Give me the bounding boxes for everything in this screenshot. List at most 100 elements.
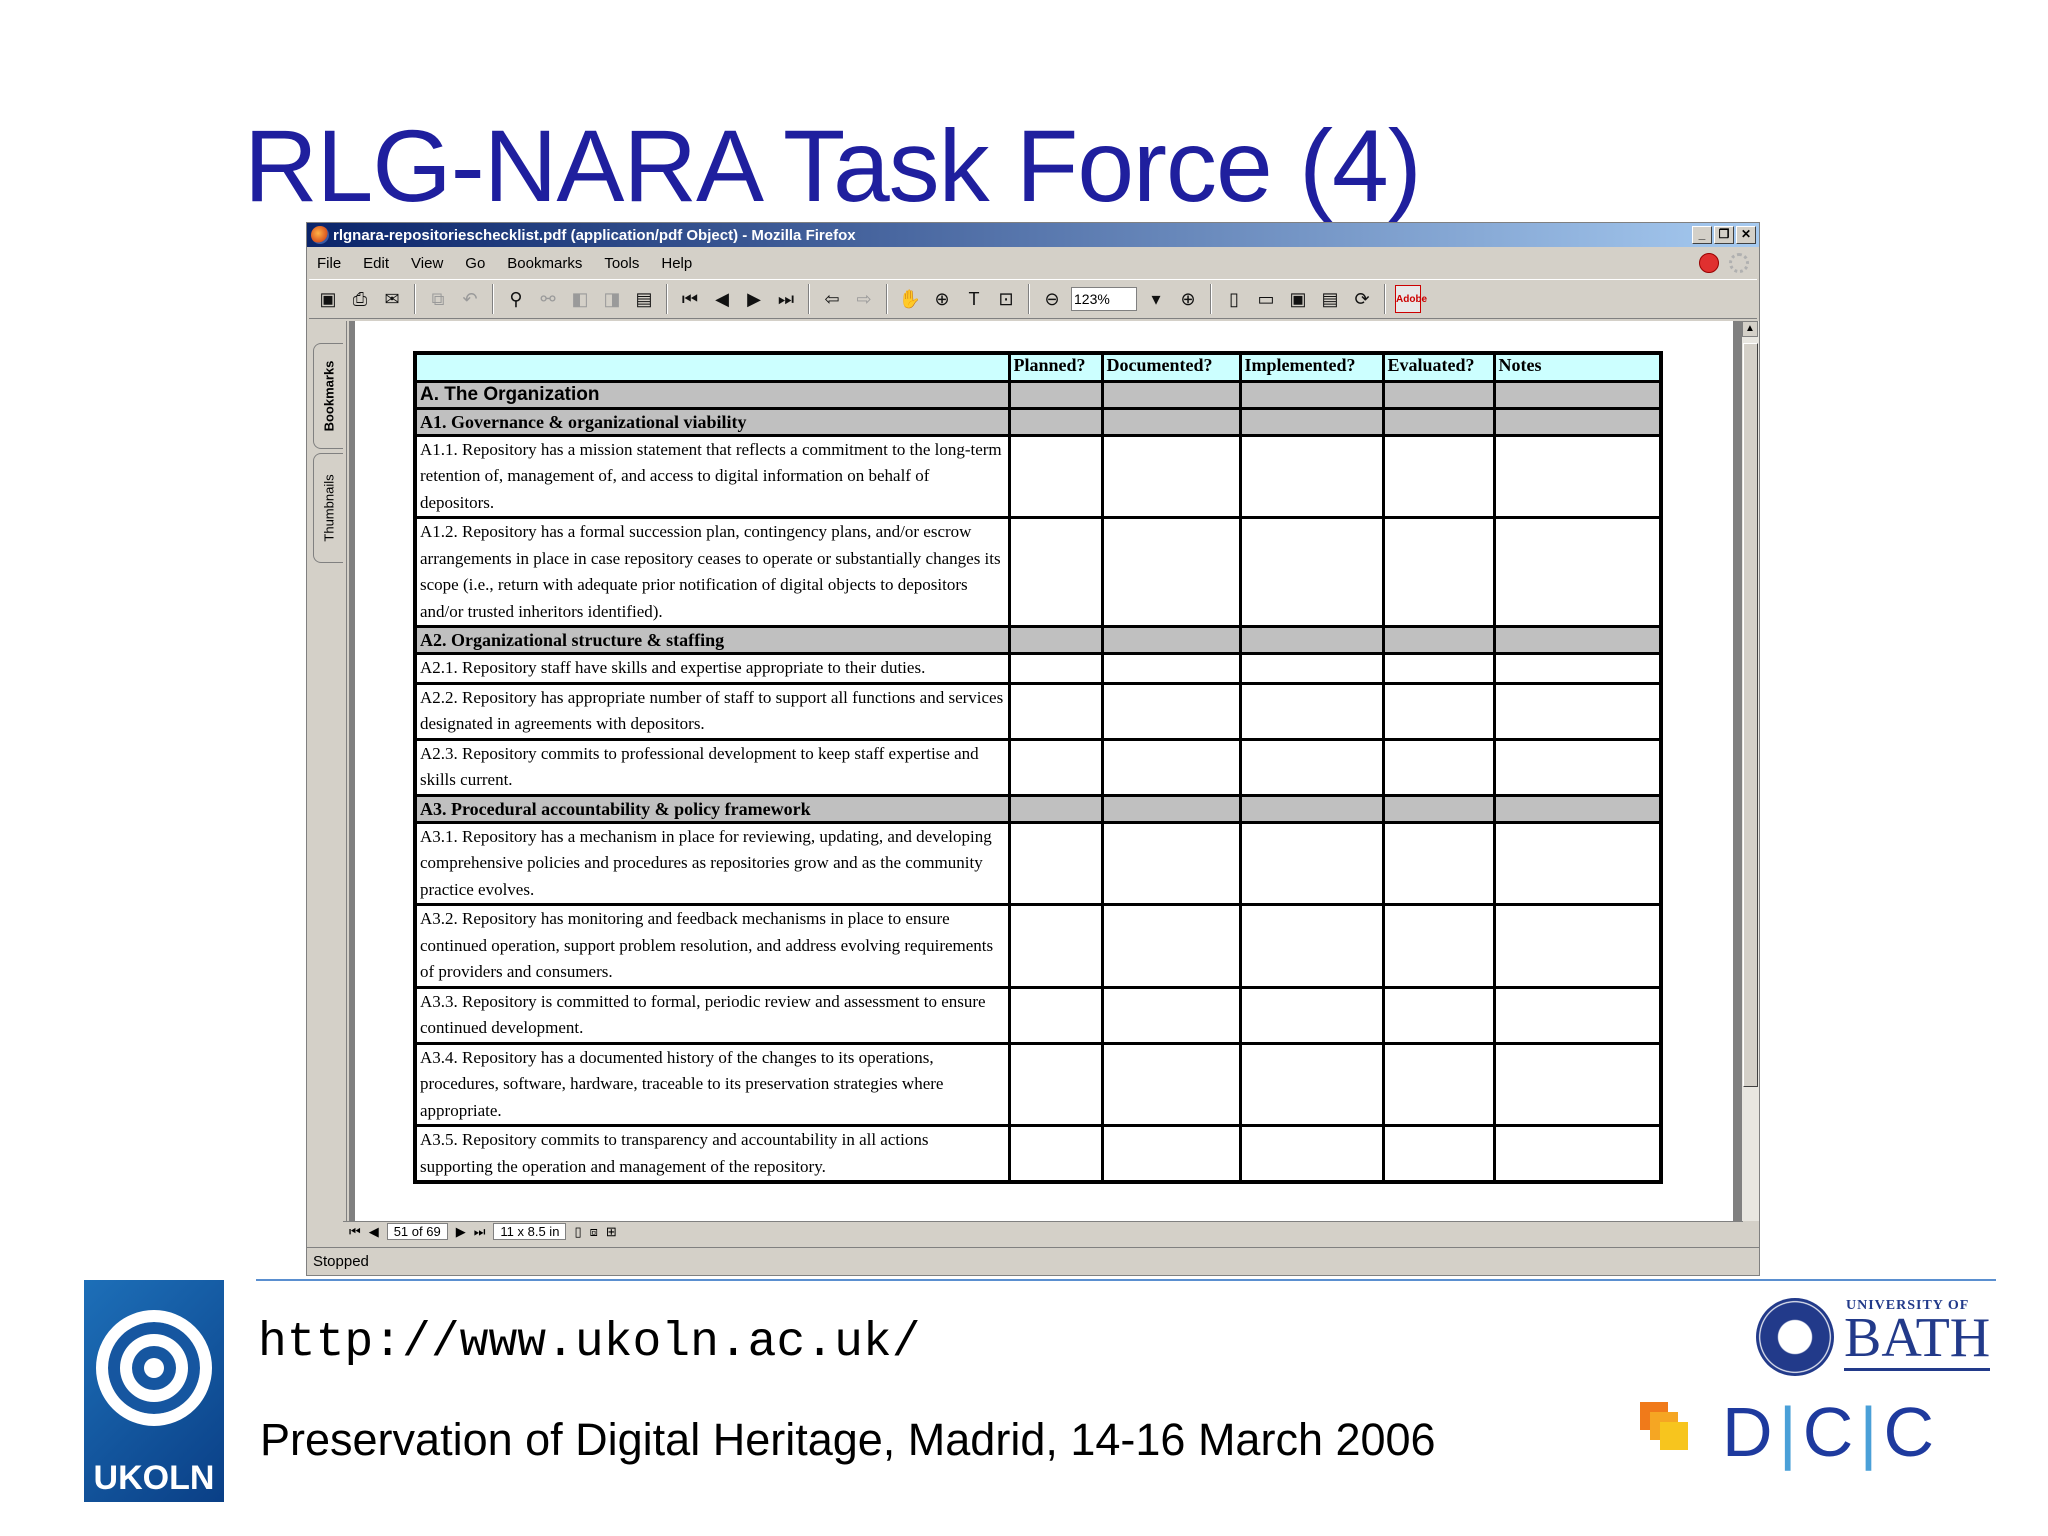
planned-cell[interactable] <box>1007 985 1104 1045</box>
planned-cell[interactable] <box>1007 903 1104 989</box>
implemented-cell[interactable] <box>1238 1041 1385 1127</box>
evaluated-cell[interactable] <box>1381 737 1496 797</box>
document-area[interactable]: Planned? Documented? Implemented? Evalua… <box>349 321 1741 1221</box>
implemented-cell[interactable] <box>1238 737 1385 797</box>
first-page-icon[interactable]: ⏮ <box>349 1224 361 1240</box>
save-icon[interactable]: ▣ <box>315 286 341 312</box>
evaluated-cell[interactable] <box>1381 652 1496 685</box>
evaluated-cell[interactable] <box>1381 1041 1496 1127</box>
first-page-icon[interactable]: ⏮ <box>677 286 703 312</box>
fit-page-icon[interactable]: ▭ <box>1253 286 1279 312</box>
documented-cell[interactable] <box>1100 820 1242 906</box>
copy-icon[interactable]: ⧉ <box>425 286 451 312</box>
menu-file[interactable]: File <box>317 255 341 272</box>
actual-size-icon[interactable]: ▯ <box>1221 286 1247 312</box>
documented-cell[interactable] <box>1100 681 1242 741</box>
prev-doc-icon[interactable]: ◧ <box>567 286 593 312</box>
next-page-icon[interactable]: ▶ <box>741 286 767 312</box>
planned-cell[interactable] <box>1007 516 1104 628</box>
find-icon[interactable]: ⚲ <box>503 286 529 312</box>
last-page-icon[interactable]: ⏭ <box>773 286 799 312</box>
planned-cell[interactable] <box>1007 1041 1104 1127</box>
tab-thumbnails[interactable]: Thumbnails <box>313 453 343 563</box>
notes-cell[interactable] <box>1492 652 1663 685</box>
menu-edit[interactable]: Edit <box>363 255 389 272</box>
planned-cell[interactable] <box>1007 652 1104 685</box>
single-page-icon[interactable]: ▯ <box>574 1224 581 1240</box>
search-icon[interactable]: ⚯ <box>535 286 561 312</box>
notes-cell[interactable] <box>1492 433 1663 519</box>
print-icon[interactable]: ⎙ <box>347 286 373 312</box>
snapshot-icon[interactable]: ⊡ <box>993 286 1019 312</box>
zoom-in-icon[interactable]: ⊕ <box>1175 286 1201 312</box>
menu-tools[interactable]: Tools <box>604 255 639 272</box>
hand-tool-icon[interactable]: ✋ <box>897 286 923 312</box>
planned-cell[interactable] <box>1007 681 1104 741</box>
close-button[interactable]: ✕ <box>1736 226 1756 244</box>
rotate-icon[interactable]: ⟳ <box>1349 286 1375 312</box>
reflow-icon[interactable]: ▤ <box>1317 286 1343 312</box>
undo-icon[interactable]: ↶ <box>457 286 483 312</box>
forward-icon[interactable]: ⇨ <box>851 286 877 312</box>
prev-page-icon[interactable]: ◀ <box>709 286 735 312</box>
evaluated-cell[interactable] <box>1381 985 1496 1045</box>
notes-cell[interactable] <box>1492 820 1663 906</box>
notes-cell[interactable] <box>1492 516 1663 628</box>
implemented-cell[interactable] <box>1238 903 1385 989</box>
vertical-scrollbar[interactable]: ▲ <box>1741 321 1759 1221</box>
restore-button[interactable]: ❐ <box>1714 226 1734 244</box>
menu-view[interactable]: View <box>411 255 443 272</box>
scroll-up-icon[interactable]: ▲ <box>1742 321 1758 337</box>
adobe-icon[interactable]: Adobe <box>1395 285 1427 313</box>
documented-cell[interactable] <box>1100 433 1242 519</box>
next-doc-icon[interactable]: ◨ <box>599 286 625 312</box>
planned-cell[interactable] <box>1007 1124 1104 1184</box>
planned-cell[interactable] <box>1007 737 1104 797</box>
notes-cell[interactable] <box>1492 1124 1663 1184</box>
minimize-button[interactable]: _ <box>1692 226 1712 244</box>
text-select-icon[interactable]: T <box>961 286 987 312</box>
back-icon[interactable]: ⇦ <box>819 286 845 312</box>
bookmarks-panel-icon[interactable]: ▤ <box>631 286 657 312</box>
zoom-level-field[interactable]: 123% <box>1071 287 1137 311</box>
implemented-cell[interactable] <box>1238 433 1385 519</box>
notes-cell[interactable] <box>1492 681 1663 741</box>
notes-cell[interactable] <box>1492 985 1663 1045</box>
facing-icon[interactable]: ⊞ <box>606 1224 617 1240</box>
documented-cell[interactable] <box>1100 985 1242 1045</box>
documented-cell[interactable] <box>1100 1124 1242 1184</box>
chevron-down-icon[interactable]: ▾ <box>1143 286 1169 312</box>
continuous-icon[interactable]: ⧈ <box>590 1224 598 1240</box>
evaluated-cell[interactable] <box>1381 903 1496 989</box>
notes-cell[interactable] <box>1492 1041 1663 1127</box>
page-indicator[interactable]: 51 of 69 <box>386 1223 448 1240</box>
notes-cell[interactable] <box>1492 903 1663 989</box>
evaluated-cell[interactable] <box>1381 820 1496 906</box>
evaluated-cell[interactable] <box>1381 1124 1496 1184</box>
evaluated-cell[interactable] <box>1381 516 1496 628</box>
notes-cell[interactable] <box>1492 737 1663 797</box>
fit-width-icon[interactable]: ▣ <box>1285 286 1311 312</box>
prev-page-icon[interactable]: ◀ <box>369 1224 379 1240</box>
planned-cell[interactable] <box>1007 820 1104 906</box>
planned-cell[interactable] <box>1007 433 1104 519</box>
implemented-cell[interactable] <box>1238 820 1385 906</box>
email-icon[interactable]: ✉ <box>379 286 405 312</box>
documented-cell[interactable] <box>1100 1041 1242 1127</box>
implemented-cell[interactable] <box>1238 985 1385 1045</box>
documented-cell[interactable] <box>1100 737 1242 797</box>
zoom-out-icon[interactable]: ⊖ <box>1039 286 1065 312</box>
evaluated-cell[interactable] <box>1381 433 1496 519</box>
documented-cell[interactable] <box>1100 652 1242 685</box>
implemented-cell[interactable] <box>1238 681 1385 741</box>
next-page-icon[interactable]: ▶ <box>456 1224 466 1240</box>
menu-go[interactable]: Go <box>465 255 485 272</box>
scrollbar-thumb[interactable] <box>1743 343 1758 1087</box>
menu-bookmarks[interactable]: Bookmarks <box>507 255 582 272</box>
implemented-cell[interactable] <box>1238 1124 1385 1184</box>
evaluated-cell[interactable] <box>1381 681 1496 741</box>
implemented-cell[interactable] <box>1238 516 1385 628</box>
tab-bookmarks[interactable]: Bookmarks <box>313 343 343 449</box>
zoom-tool-icon[interactable]: ⊕ <box>929 286 955 312</box>
last-page-icon[interactable]: ⏭ <box>474 1224 486 1240</box>
